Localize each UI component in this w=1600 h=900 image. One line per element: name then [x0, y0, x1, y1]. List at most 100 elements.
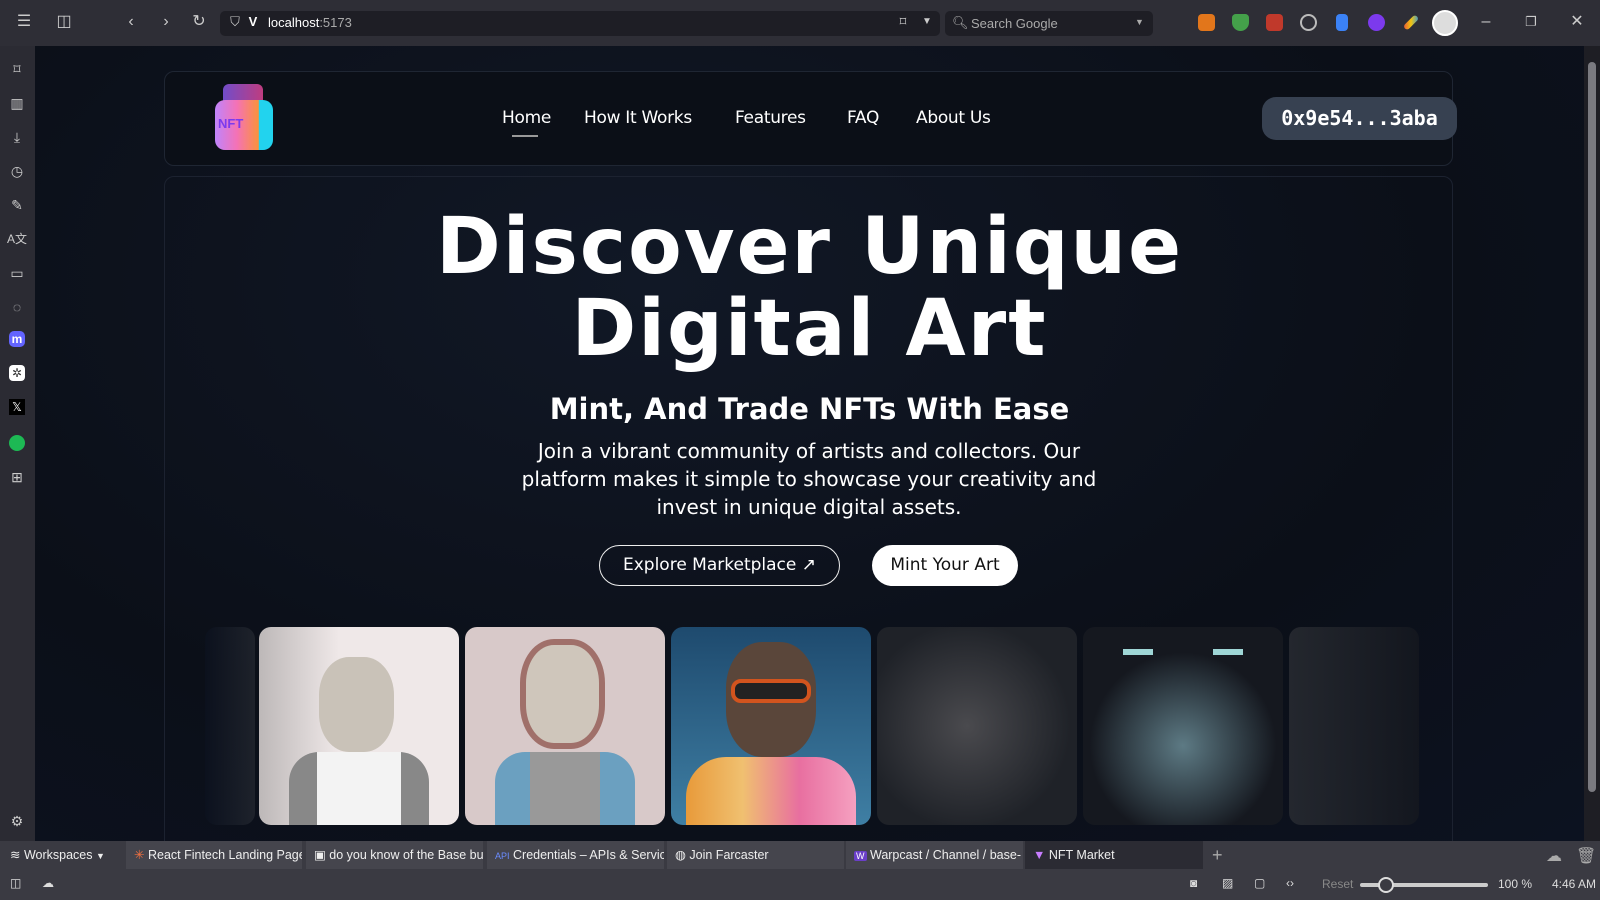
- chat-icon[interactable]: ◌: [7, 297, 27, 317]
- panel-toggle-icon[interactable]: ◫: [10, 876, 21, 890]
- extension-icon[interactable]: [1266, 14, 1283, 31]
- nav-about-us[interactable]: About Us: [916, 108, 991, 128]
- page-scrollbar[interactable]: [1584, 46, 1600, 841]
- tab-bar: ≋ Workspaces ▼ ✳ React Fintech Landing P…: [0, 841, 1600, 869]
- nav-faq[interactable]: FAQ: [847, 108, 879, 128]
- nft-card-chimp-sunglasses[interactable]: [671, 627, 871, 825]
- new-tab-button[interactable]: +: [1212, 845, 1223, 866]
- chatgpt-icon[interactable]: ✲: [9, 365, 25, 381]
- forward-icon[interactable]: ›: [155, 12, 177, 34]
- spotify-icon[interactable]: [9, 435, 25, 451]
- chevron-down-icon[interactable]: ▼: [916, 12, 938, 34]
- nav-label: Home: [502, 108, 552, 128]
- tab-warpcast[interactable]: W Warpcast / Channel / base-: [846, 841, 1023, 869]
- bookmarks-icon[interactable]: ⌑: [7, 59, 27, 79]
- wallet-extension-icon[interactable]: [1368, 14, 1385, 31]
- layers-icon: ≋: [10, 848, 21, 862]
- minimize-icon[interactable]: –: [1475, 12, 1497, 34]
- nav-features[interactable]: Features: [735, 108, 806, 128]
- nft-card-faded[interactable]: [1289, 627, 1419, 825]
- restore-icon[interactable]: ❐: [1520, 12, 1542, 34]
- target-icon[interactable]: [1300, 14, 1317, 31]
- button-label: Explore Marketplace: [622, 555, 797, 575]
- workspaces-button[interactable]: ≋ Workspaces ▼: [10, 841, 105, 870]
- bookmark-icon[interactable]: ⌑: [892, 12, 914, 34]
- history-icon[interactable]: ◷: [7, 161, 27, 181]
- scrollbar-thumb[interactable]: [1588, 62, 1596, 792]
- trash-icon[interactable]: 🗑︎: [1576, 846, 1596, 866]
- window-icon[interactable]: ▭: [7, 263, 27, 283]
- nft-logo[interactable]: NFT: [215, 84, 275, 154]
- tab-credentials[interactable]: API Credentials – APIs & Service: [487, 841, 664, 869]
- tab-label: NFT Market: [1048, 848, 1115, 862]
- tab-join-farcaster[interactable]: ◍ Join Farcaster: [667, 841, 844, 869]
- image-icon[interactable]: ▨: [1222, 876, 1233, 890]
- search-field[interactable]: 🔍︎ Search Google ▼: [945, 11, 1153, 36]
- zoom-slider[interactable]: [1360, 877, 1488, 893]
- search-icon: 🔍︎: [952, 15, 969, 30]
- notes-icon[interactable]: ✎: [7, 195, 27, 215]
- workspaces-label: Workspaces: [23, 848, 93, 862]
- cloud-icon[interactable]: ☁: [1546, 846, 1562, 866]
- site-header: NFT Home How It Works Features FAQ About…: [164, 71, 1457, 166]
- status-bar: ◫ ☁ ◙ ▨ ▢ ‹› Reset 100 % 4:46 AM: [0, 869, 1600, 900]
- hero-description: Join a vibrant community of artists and …: [521, 439, 1097, 519]
- explore-marketplace-button[interactable]: Explore Marketplace ↗: [599, 545, 840, 586]
- wallet-address-button[interactable]: 0x9e54...3aba: [1262, 97, 1457, 140]
- external-link-icon: ↗: [801, 555, 817, 575]
- nft-card-ape-headphones[interactable]: [465, 627, 665, 825]
- color-picker-icon[interactable]: [1402, 14, 1420, 31]
- chevron-down-icon[interactable]: ▼: [1135, 17, 1144, 27]
- tab-label: Credentials – APIs & Service: [513, 848, 664, 862]
- hero-title-line2: Digital Art: [571, 284, 1048, 374]
- warpcast-icon: W: [854, 851, 867, 861]
- hero-title-line1: Discover Unique: [436, 202, 1183, 292]
- document-icon[interactable]: [1336, 14, 1348, 31]
- metamask-icon[interactable]: [1198, 14, 1215, 31]
- zoom-reset-button[interactable]: Reset: [1322, 877, 1353, 891]
- vite-icon: ▼: [1033, 848, 1046, 862]
- reload-icon[interactable]: ↻: [188, 12, 210, 34]
- panel-toggle-icon[interactable]: ◫: [53, 12, 75, 34]
- settings-icon[interactable]: ⚙: [7, 811, 27, 831]
- nft-card-portrait-dark[interactable]: [877, 627, 1077, 825]
- url-port: :5173: [319, 15, 352, 30]
- sync-cloud-icon[interactable]: ☁: [42, 876, 54, 890]
- mint-your-art-button[interactable]: Mint Your Art: [872, 545, 1018, 586]
- tiling-icon[interactable]: ▢: [1254, 876, 1265, 890]
- url-host: localhost: [268, 15, 320, 30]
- add-panel-icon[interactable]: ⊞: [7, 467, 27, 487]
- close-icon[interactable]: ✕: [1566, 12, 1588, 34]
- x-icon[interactable]: 𝕏: [9, 399, 25, 415]
- zoom-slider-knob[interactable]: [1378, 877, 1394, 893]
- nft-card-faded[interactable]: [205, 627, 255, 825]
- web-page: NFT Home How It Works Features FAQ About…: [35, 46, 1584, 841]
- address-bar[interactable]: ⛉ V localhost:5173 ⌑ ▼: [220, 11, 940, 36]
- tab-label: Warpcast / Channel / base-: [869, 848, 1021, 862]
- zoom-level: 100 %: [1498, 877, 1533, 891]
- tab-label: do you know of the Base bu: [329, 848, 483, 862]
- menu-icon[interactable]: ☰: [13, 12, 35, 34]
- tab-base[interactable]: ▣ do you know of the Base bu: [306, 841, 483, 869]
- browser-toolbar: ☰ ◫ ‹ › ↻ ⛉ V localhost:5173 ⌑ ▼ 🔍︎ Sear…: [0, 0, 1600, 46]
- avatar[interactable]: [1432, 10, 1458, 36]
- adguard-icon[interactable]: [1232, 14, 1249, 31]
- translate-icon[interactable]: A文: [7, 229, 27, 249]
- nav-home[interactable]: Home: [502, 108, 552, 137]
- reading-list-icon[interactable]: ▥: [7, 93, 27, 113]
- tab-nft-market[interactable]: ▼ NFT Market: [1025, 841, 1203, 869]
- robot-icon: ▣: [314, 848, 326, 862]
- nft-card-ape-white[interactable]: [259, 627, 459, 825]
- asterisk-icon: ✳: [134, 848, 145, 862]
- back-icon[interactable]: ‹: [120, 12, 142, 34]
- hero-subtitle: Mint, And Trade NFTs With Ease: [549, 392, 1070, 426]
- downloads-icon[interactable]: ⤓: [7, 127, 27, 147]
- globe-icon: ◍: [675, 848, 686, 862]
- nav-how-it-works[interactable]: How It Works: [584, 108, 692, 128]
- screenshot-icon[interactable]: ◙: [1190, 876, 1197, 890]
- mastodon-icon[interactable]: m: [9, 331, 25, 347]
- nft-card-alien[interactable]: [1083, 627, 1283, 825]
- tab-label: React Fintech Landing Page: [147, 848, 302, 862]
- tab-react-fintech[interactable]: ✳ React Fintech Landing Page: [126, 841, 302, 869]
- code-icon[interactable]: ‹›: [1286, 876, 1294, 890]
